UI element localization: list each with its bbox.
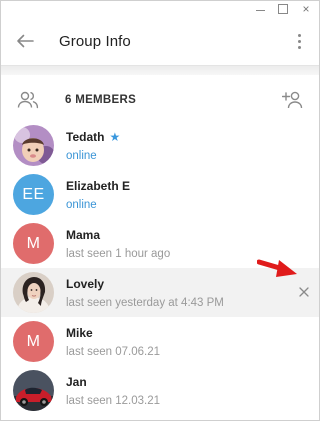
avatar-elizabeth-e: EE	[13, 174, 54, 215]
avatar-jan	[13, 370, 54, 411]
member-status: last seen 07.06.21	[66, 346, 160, 358]
close-icon	[299, 287, 309, 297]
member-row-mike[interactable]: M Mike last seen 07.06.21	[1, 317, 319, 366]
window-controls: ×	[253, 1, 313, 17]
member-name: Lovely	[66, 277, 105, 291]
people-icon	[17, 89, 39, 111]
avatar-mama: M	[13, 223, 54, 264]
remove-member-button[interactable]	[297, 285, 311, 299]
header: Group Info	[1, 17, 319, 65]
member-row-elizabeth-e[interactable]: EE Elizabeth E online	[1, 170, 319, 219]
add-person-icon	[282, 91, 303, 109]
member-name: Elizabeth E	[66, 179, 131, 193]
more-menu-button[interactable]	[289, 29, 309, 53]
avatar-lovely	[13, 272, 54, 313]
minimize-button[interactable]	[253, 2, 267, 16]
members-count: 6 MEMBERS	[65, 94, 137, 106]
page-title: Group Info	[59, 32, 131, 50]
annotation-arrow-icon	[257, 259, 297, 277]
back-button[interactable]	[5, 21, 45, 61]
member-name: Jan	[66, 375, 87, 389]
close-window-button[interactable]: ×	[299, 2, 313, 16]
arrow-left-icon	[17, 34, 34, 48]
member-row-jan[interactable]: Jan last seen 12.03.21	[1, 366, 319, 415]
add-member-button[interactable]	[281, 88, 305, 112]
member-name: Mama	[66, 228, 101, 242]
member-status: last seen 1 hour ago	[66, 248, 171, 260]
avatar-mike: M	[13, 321, 54, 362]
member-status: last seen 12.03.21	[66, 395, 160, 407]
maximize-button[interactable]	[276, 2, 290, 16]
member-row-tedath[interactable]: Tedath ★ online	[1, 121, 319, 170]
member-name: Tedath	[66, 130, 105, 144]
header-divider	[1, 65, 319, 75]
avatar-tedath	[13, 125, 54, 166]
more-vertical-icon	[297, 33, 301, 37]
member-status: online	[66, 150, 97, 162]
member-name: Mike	[66, 326, 93, 340]
star-icon: ★	[109, 130, 121, 144]
member-status: last seen yesterday at 4:43 PM	[66, 297, 224, 309]
member-status: online	[66, 199, 97, 211]
members-header: 6 MEMBERS	[1, 79, 319, 121]
app-window: × Group Info 6 MEMBERS Tedath ★ online E…	[0, 0, 320, 421]
